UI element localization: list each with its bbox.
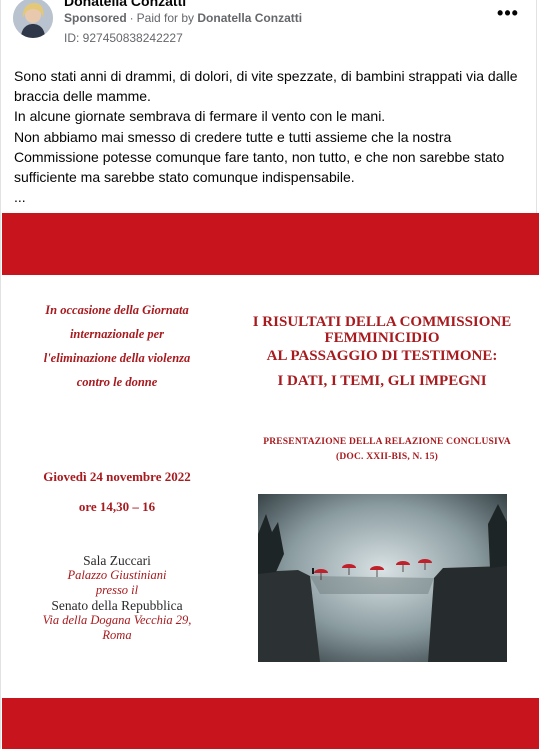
body-line: In alcune giornate sembrava di fermare i… [14, 108, 386, 125]
author-name[interactable]: Donatella Conzatti [64, 0, 186, 9]
body-line: Non abbiamo mai smesso di credere tutte … [14, 128, 505, 186]
ad-post-card: Donatella Conzatti Sponsored · Paid for by… [0, 0, 539, 749]
author-avatar[interactable] [13, 0, 53, 38]
more-options-icon[interactable]: ••• [496, 4, 520, 26]
poster-presentation: PRESENTAZIONE DELLA RELAZIONE CONCLUSIVA… [242, 435, 532, 465]
avatar-photo [13, 0, 53, 38]
poster-date: Giovedì 24 novembre 2022 [43, 469, 191, 484]
venue-city: Roma [102, 628, 132, 642]
event-poster-image[interactable]: In occasione della Giornata internaziona… [2, 213, 539, 749]
poster-title-line: AL PASSAGGIO DI TESTIMONE: [266, 348, 498, 364]
see-more-ellipsis[interactable]: ... [14, 187, 529, 207]
poster-top-red-band [2, 213, 539, 275]
venue-presso: presso il [95, 583, 139, 597]
meta-separator: · [129, 11, 134, 25]
venue-building: Palazzo Giustiniani [67, 568, 167, 582]
presentation-line: PRESENTAZIONE DELLA RELAZIONE CONCLUSIVA [263, 437, 511, 447]
post-body-text: Sono stati anni di drammi, di dolori, di… [14, 66, 529, 207]
poster-intro-text: In occasione della Giornata internaziona… [43, 303, 191, 389]
poster-title-line: I DATI, I TEMI, GLI IMPEGNI [277, 373, 487, 389]
sponsored-label[interactable]: Sponsored [64, 11, 127, 25]
poster-venue: Sala Zuccari Palazzo Giustiniani presso … [32, 553, 202, 643]
paid-for-name[interactable]: Donatella Conzatti [197, 11, 302, 25]
poster-title-line: FEMMINICIDIO [324, 330, 440, 346]
sponsored-line: Sponsored · Paid for by Donatella Conzatti [64, 11, 302, 25]
poster-title-line: I RISULTATI DELLA COMMISSIONE [252, 314, 512, 330]
paid-for-prefix: Paid for by [136, 11, 195, 25]
presentation-doc: (DOC. XXII-BIS, N. 15) [335, 452, 439, 462]
poster-title: I RISULTATI DELLA COMMISSIONE FEMMINICID… [232, 314, 532, 389]
umbrellas-artwork [258, 494, 507, 662]
poster-time: ore 14,30 – 16 [78, 499, 156, 514]
venue-name: Sala Zuccari [83, 553, 151, 568]
ad-id: ID: 927450838242227 [64, 31, 183, 45]
poster-bottom-red-band [2, 698, 539, 749]
venue-senate: Senato della Repubblica [51, 598, 183, 613]
body-line: Sono stati anni di drammi, di dolori, di… [14, 68, 518, 105]
venue-address: Via della Dogana Vecchia 29, [42, 613, 192, 627]
